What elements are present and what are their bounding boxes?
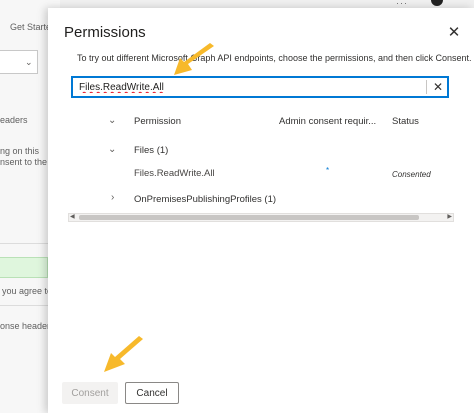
background-text: onse header [0,321,51,331]
background-text: nsent to the [0,157,48,167]
horizontal-scrollbar[interactable]: ◀ ▶ [68,213,454,222]
cancel-button[interactable]: Cancel [125,382,179,404]
group-header-onpremises[interactable]: OnPremisesPublishingProfiles (1) [134,194,276,205]
chevron-down-icon[interactable]: ⌄ [108,115,116,126]
scroll-right-icon[interactable]: ▶ [447,213,452,220]
background-text: you agree to [2,286,53,296]
scroll-left-icon[interactable]: ◀ [70,213,75,220]
close-icon[interactable]: ✕ [433,79,443,95]
background-divider [0,305,48,306]
background-text: eaders [0,115,28,125]
close-icon[interactable]: ✕ [444,24,464,44]
group-header-files[interactable]: Files (1) [134,145,168,156]
chevron-down-icon[interactable]: ⌄ [108,144,116,155]
column-header-permission[interactable]: Permission [134,116,181,127]
chevron-right-icon[interactable]: › [111,192,114,203]
more-icon: ··· [396,0,408,8]
scrollbar-thumb[interactable] [79,215,419,220]
annotation-arrow-icon [104,336,143,372]
background-text: ng on this [0,146,40,156]
status-badge: Consented [392,170,431,179]
panel-title: Permissions [64,24,146,41]
search-divider [426,80,427,94]
annotation-arrow-icon [174,43,214,75]
permissions-panel: Permissions ✕ To try out different Micro… [48,8,474,413]
background-success-bar [0,257,48,278]
permission-search-input[interactable] [79,80,419,95]
background-tab-label: Get Starte [10,22,52,32]
panel-description: To try out different Microsoft Graph API… [77,53,472,63]
consent-button[interactable]: Consent [62,382,118,404]
admin-consent-value: * [326,166,330,175]
column-header-admin-consent[interactable]: Admin consent requir... [279,116,376,127]
background-divider [0,243,48,244]
permission-search-box[interactable]: ✕ [71,76,449,98]
column-header-status[interactable]: Status [392,116,419,127]
chevron-down-icon: ⌄ [25,57,33,67]
permission-name: Files.ReadWrite.All [134,168,215,179]
